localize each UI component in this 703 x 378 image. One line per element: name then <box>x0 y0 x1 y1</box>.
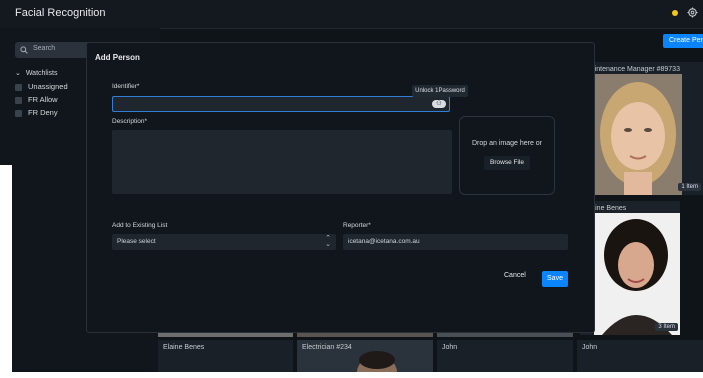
reporter-field[interactable]: icetana@icetana.com.au <box>343 234 568 250</box>
top-bar: Facial Recognition <box>0 0 703 29</box>
watchlists-label: Watchlists <box>25 70 58 77</box>
list-select[interactable]: Please select ⌃ ⌄ <box>112 234 336 250</box>
person-card[interactable]: Electrician #234 <box>297 340 433 372</box>
sidebar-item-fr-deny[interactable]: FR Deny <box>15 108 58 117</box>
person-card[interactable]: Elaine Benes <box>158 340 293 372</box>
create-person-button[interactable]: Create Person <box>663 34 703 48</box>
checkbox[interactable] <box>15 109 22 117</box>
identifier-label: Identifier* <box>112 83 140 90</box>
sidebar-item-label: Unassigned <box>28 82 68 91</box>
gear-icon[interactable] <box>687 7 698 18</box>
password-manager-tooltip: Unlock 1Password <box>412 85 468 97</box>
description-label: Description* <box>112 118 148 125</box>
person-photo <box>594 74 682 195</box>
password-manager-icon[interactable]: ⚇ <box>432 100 446 108</box>
item-count-badge: 3 Item <box>655 323 678 331</box>
page-background <box>0 165 12 378</box>
search-placeholder: Search <box>33 45 56 52</box>
card-caption: Maintenance Manager #89733 <box>585 66 680 73</box>
person-card <box>683 201 703 335</box>
person-photo <box>594 213 680 335</box>
person-card[interactable]: John <box>577 340 703 372</box>
card-caption: Electrician #234 <box>302 344 352 351</box>
select-value: Please select <box>117 238 156 245</box>
checkbox[interactable] <box>15 96 22 104</box>
sidebar-item-label: FR Allow <box>28 95 58 104</box>
identifier-field[interactable] <box>112 96 450 112</box>
cancel-button[interactable]: Cancel <box>504 272 526 279</box>
image-dropzone[interactable]: Drop an image here or Browse File <box>459 116 555 195</box>
save-button[interactable]: Save <box>542 271 568 287</box>
watchlists-toggle[interactable]: ⌄ Watchlists <box>15 69 57 77</box>
add-to-list-label: Add to Existing List <box>112 222 168 229</box>
card-caption: Elaine Benes <box>163 344 205 351</box>
page-background <box>0 372 703 378</box>
reporter-label: Reporter* <box>343 222 371 229</box>
card-caption: John <box>442 344 458 351</box>
app-title: Facial Recognition <box>15 7 106 19</box>
sidebar-item-fr-allow[interactable]: FR Allow <box>15 95 58 104</box>
browse-file-button[interactable]: Browse File <box>484 156 530 170</box>
person-card[interactable]: Maintenance Manager #89733 1 Item <box>580 62 703 195</box>
person-card[interactable]: Elaine Benes 3 Item <box>580 201 680 335</box>
item-count-badge: 1 Item <box>678 183 701 191</box>
select-arrows-icon: ⌃ ⌄ <box>325 235 331 248</box>
search-input[interactable]: Search <box>15 42 95 58</box>
card-caption: John <box>582 344 598 351</box>
app-window: Facial Recognition Search ⌄ Watchlists U… <box>0 0 703 372</box>
search-icon <box>20 46 28 54</box>
status-dot <box>672 10 678 16</box>
checkbox[interactable] <box>15 83 22 91</box>
sidebar-item-unassigned[interactable]: Unassigned <box>15 82 68 91</box>
person-photo <box>357 351 397 372</box>
reporter-value: icetana@icetana.com.au <box>348 238 420 245</box>
sidebar-item-label: FR Deny <box>28 108 58 117</box>
chevron-down-icon: ⌄ <box>15 70 21 77</box>
description-field[interactable] <box>112 130 452 194</box>
dialog-title: Add Person <box>95 53 140 62</box>
dropzone-text: Drop an image here or <box>471 140 543 147</box>
person-card[interactable]: John <box>437 340 573 372</box>
